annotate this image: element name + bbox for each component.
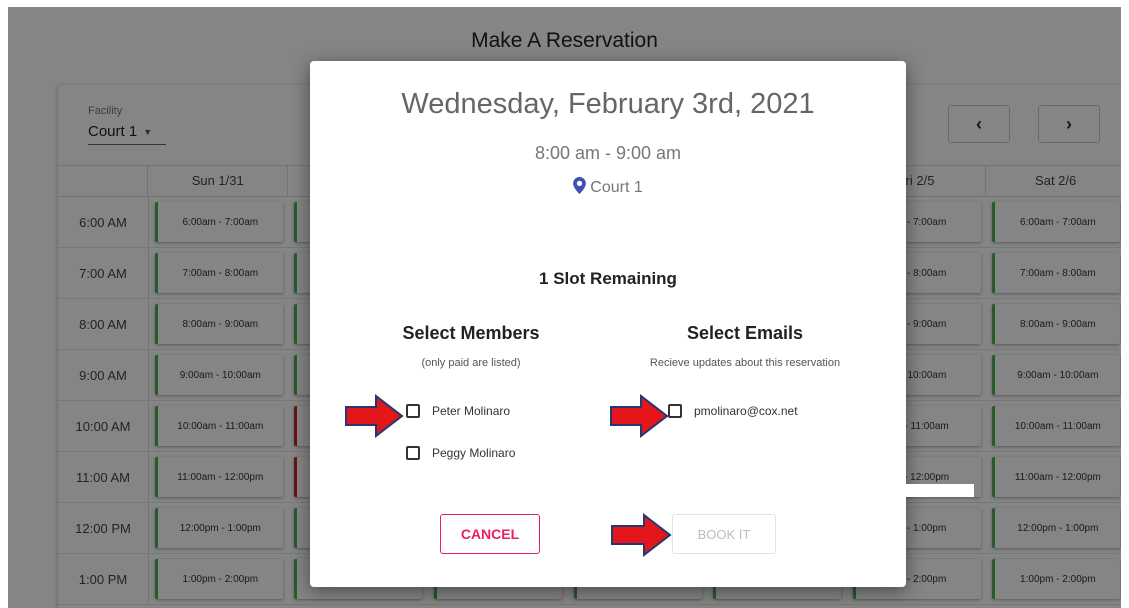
white-highlight-bar [906, 484, 974, 497]
member-checkbox-peggy[interactable]: Peggy Molinaro [406, 446, 515, 460]
reservation-dialog: Wednesday, February 3rd, 2021 8:00 am - … [310, 61, 906, 587]
location-pin-icon [573, 177, 587, 194]
member-name: Peter Molinaro [432, 404, 511, 418]
location-label: Court 1 [590, 179, 643, 196]
select-members-heading: Select Members [402, 323, 540, 343]
reservation-date: Wednesday, February 3rd, 2021 [401, 88, 815, 120]
reservation-app: Make A Reservation Facility Court 1 ▼ ‹ … [8, 7, 1121, 608]
reservation-location: Court 1 [310, 177, 906, 197]
cancel-button[interactable]: CANCEL [440, 514, 540, 554]
email-checkbox[interactable]: pmolinaro@cox.net [668, 404, 798, 418]
select-emails-heading: Select Emails [686, 323, 804, 343]
red-arrow-icon [610, 393, 669, 439]
checkbox[interactable] [668, 404, 682, 418]
select-emails-subtitle: Recieve updates about this reservation [649, 357, 841, 369]
red-arrow-icon [345, 393, 404, 439]
checkbox[interactable] [406, 446, 420, 460]
reservation-time: 8:00 am - 9:00 am [534, 143, 682, 163]
select-members-subtitle: (only paid are listed) [421, 357, 521, 369]
red-arrow-icon [611, 512, 672, 558]
member-name: Peggy Molinaro [432, 446, 516, 460]
book-it-button[interactable]: BOOK IT [672, 514, 776, 554]
member-checkbox-peter[interactable]: Peter Molinaro [406, 404, 510, 418]
slots-remaining: 1 Slot Remaining [539, 269, 677, 288]
checkbox[interactable] [406, 404, 420, 418]
email-address: pmolinaro@cox.net [694, 404, 798, 418]
